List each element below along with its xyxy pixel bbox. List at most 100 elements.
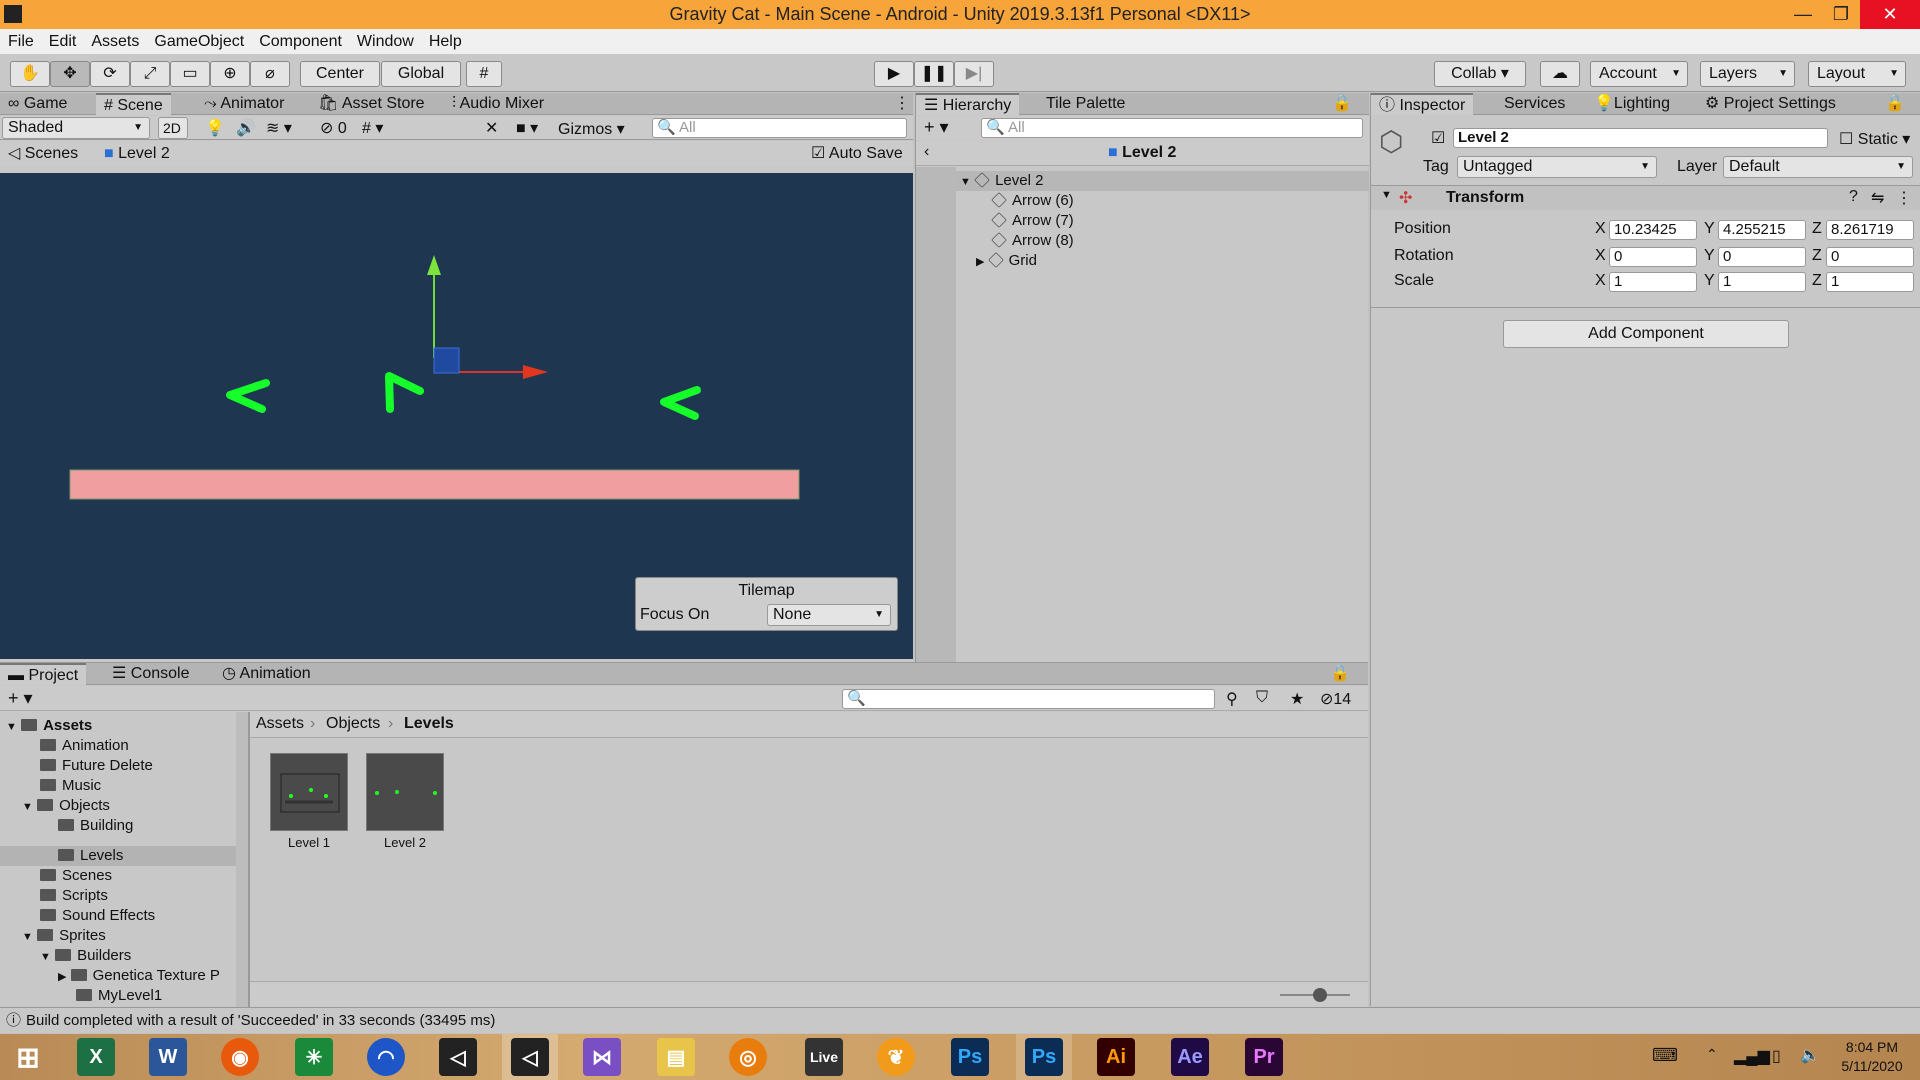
taskbar-app[interactable]: ◎ — [720, 1034, 776, 1080]
breadcrumb-assets[interactable]: Assets — [256, 712, 304, 736]
lock-icon[interactable]: 🔒 — [1322, 663, 1358, 685]
auto-save-checkbox[interactable]: ☑ Auto Save — [811, 141, 903, 166]
rotate-tool-icon[interactable]: ⟳ — [90, 61, 130, 87]
position-z-input[interactable]: 8.261719 — [1826, 220, 1914, 240]
tray-chevron-icon[interactable]: ⌃ — [1706, 1046, 1718, 1063]
scale-z-input[interactable]: 1 — [1826, 272, 1914, 292]
camera-icon[interactable]: ■ ▾ — [516, 118, 538, 138]
start-button[interactable]: ⊞ — [0, 1034, 56, 1080]
tree-item[interactable]: ▼ Sprites — [22, 926, 106, 946]
rotation-z-input[interactable]: 0 — [1826, 247, 1914, 267]
taskbar-app[interactable]: ◠ — [358, 1034, 414, 1080]
focus-on-dropdown[interactable]: None ▼ — [767, 604, 891, 626]
network-icon[interactable]: ▂▄▆ — [1734, 1046, 1770, 1066]
pause-icon[interactable]: ❚❚ — [914, 61, 954, 87]
pivot-center-button[interactable]: Center — [300, 61, 380, 87]
lock-icon[interactable]: 🔒 — [1324, 93, 1360, 115]
menu-assets[interactable]: Assets — [91, 29, 139, 54]
tree-item[interactable]: ▼ Assets — [6, 716, 92, 736]
tree-item[interactable]: Future Delete — [40, 756, 153, 776]
scene-viewport[interactable]: Tilemap Focus On None ▼ — [0, 173, 913, 659]
taskbar-app[interactable]: X — [68, 1034, 124, 1080]
status-message[interactable]: Build completed with a result of 'Succee… — [26, 1008, 495, 1033]
cloud-icon[interactable]: ☁ — [1540, 61, 1580, 87]
tree-item[interactable]: Scripts — [40, 886, 108, 906]
volume-icon[interactable]: 🔈 — [1800, 1045, 1820, 1065]
scale-y-input[interactable]: 1 — [1718, 272, 1806, 292]
tree-item[interactable]: Sound Effects — [40, 906, 155, 926]
tree-item[interactable]: ▶ Genetica Texture P — [58, 966, 220, 986]
breadcrumb-levels[interactable]: Levels — [404, 712, 454, 736]
hierarchy-item[interactable]: Arrow (7) — [991, 211, 1074, 231]
menu-file[interactable]: File — [8, 29, 34, 54]
hierarchy-search-input[interactable]: 🔍 All — [981, 118, 1363, 138]
tab-console[interactable]: ☰ Console — [104, 663, 198, 685]
active-checkbox[interactable]: ☑ — [1431, 128, 1445, 148]
favorites-icon[interactable]: ★ — [1290, 689, 1304, 709]
menu-window[interactable]: Window — [357, 29, 414, 54]
tree-item[interactable]: Scenes — [40, 866, 112, 886]
tab-project-settings[interactable]: ⚙ Project Settings — [1697, 93, 1844, 115]
taskbar-app[interactable]: ⋈ — [574, 1034, 630, 1080]
play-icon[interactable]: ▶ — [874, 61, 914, 87]
tree-scrollbar[interactable] — [236, 712, 248, 1007]
taskbar-app[interactable]: ✳ — [286, 1034, 342, 1080]
menu-component[interactable]: Component — [259, 29, 342, 54]
custom-tool-icon[interactable]: ⌀ — [250, 61, 290, 87]
preset-icon[interactable]: ⇋ — [1871, 188, 1884, 208]
taskbar-app[interactable]: W — [140, 1034, 196, 1080]
tab-audio-mixer[interactable]: ⫶ Audio Mixer — [444, 93, 552, 115]
component-menu-icon[interactable]: ⋮ — [1896, 188, 1912, 208]
position-y-input[interactable]: 4.255215 — [1718, 220, 1806, 240]
taskbar-app[interactable]: ◁ — [430, 1034, 486, 1080]
battery-icon[interactable]: ▯ — [1772, 1046, 1781, 1066]
tree-item[interactable]: Building — [58, 816, 133, 836]
project-search-input[interactable]: 🔍 — [842, 689, 1215, 709]
taskbar-app[interactable]: Ps — [942, 1034, 998, 1080]
tab-asset-store[interactable]: 🛍 Asset Store — [310, 93, 433, 115]
breadcrumb-objects[interactable]: Objects — [326, 712, 380, 736]
account-dropdown[interactable]: Account ▼ — [1590, 61, 1688, 87]
taskbar-app[interactable]: ▤ — [648, 1034, 704, 1080]
layout-dropdown[interactable]: Layout ▼ — [1808, 61, 1906, 87]
tree-item[interactable]: ▼ Builders — [40, 946, 131, 966]
create-asset-icon[interactable]: + ▾ — [8, 688, 33, 709]
hand-tool-icon[interactable]: ✋ — [10, 61, 50, 87]
grid-icon[interactable]: # ▾ — [362, 118, 383, 138]
object-name-input[interactable]: Level 2 — [1453, 128, 1828, 148]
lock-icon[interactable]: 🔒 — [1877, 93, 1913, 115]
menu-gameobject[interactable]: GameObject — [154, 29, 244, 54]
layer-dropdown[interactable]: Default ▼ — [1723, 156, 1913, 178]
tab-animator[interactable]: ⤳ Animator — [196, 93, 292, 115]
tab-lighting[interactable]: 💡Lighting — [1586, 93, 1678, 115]
taskbar-app[interactable]: Pr — [1236, 1034, 1292, 1080]
tab-services[interactable]: Services — [1496, 93, 1573, 115]
hierarchy-item[interactable]: ▼ Level 2 — [960, 171, 1043, 191]
tree-item[interactable]: MyLevel1 — [76, 986, 162, 1006]
transform-header[interactable]: ▼ ✣ Transform ? ⇋ ⋮ — [1371, 186, 1920, 210]
rect-tool-icon[interactable]: ▭ — [170, 61, 210, 87]
add-component-button[interactable]: Add Component — [1503, 320, 1789, 348]
tools-icon[interactable]: ✕ — [485, 118, 498, 138]
menu-help[interactable]: Help — [429, 29, 462, 54]
search-by-label-icon[interactable]: ⛉ — [1256, 689, 1268, 707]
taskbar-app[interactable]: ❦ — [868, 1034, 924, 1080]
transform-tool-icon[interactable]: ⊕ — [210, 61, 250, 87]
collab-button[interactable]: Collab ▾ — [1434, 61, 1526, 87]
scale-tool-icon[interactable]: ⤢ — [130, 61, 170, 87]
tab-tile-palette[interactable]: Tile Palette — [1038, 93, 1133, 115]
tree-item[interactable]: Music — [40, 776, 101, 796]
taskbar-app[interactable]: Ae — [1162, 1034, 1218, 1080]
move-tool-icon[interactable]: ✥ — [50, 61, 90, 87]
static-checkbox[interactable]: ☐ Static ▾ — [1839, 129, 1910, 149]
asset-thumbnail[interactable] — [366, 753, 444, 831]
hidden-objects-icon[interactable]: ⊘ 0 — [320, 118, 347, 138]
scale-x-input[interactable]: 1 — [1609, 272, 1697, 292]
shading-mode-dropdown[interactable]: Shaded ▼ — [2, 117, 150, 139]
tab-inspector[interactable]: ⓘ Inspector — [1371, 93, 1474, 115]
panel-menu-icon[interactable]: ⋮ — [886, 93, 918, 115]
tab-animation[interactable]: ◷ Animation — [214, 663, 319, 685]
help-icon[interactable]: ? — [1849, 188, 1858, 206]
hidden-packages-icon[interactable]: ⊘14 — [1320, 689, 1351, 709]
pivot-global-button[interactable]: Global — [381, 61, 461, 87]
